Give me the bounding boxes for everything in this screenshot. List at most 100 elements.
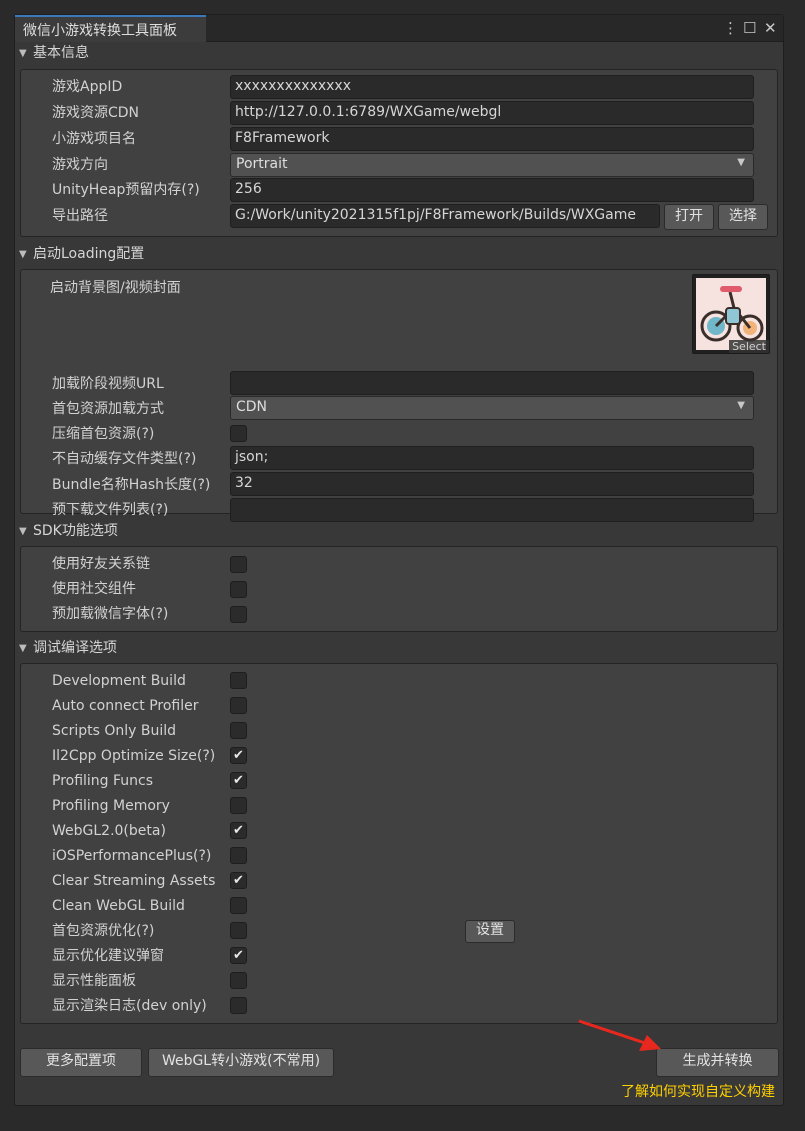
preload-font-label: 预加载微信字体(?) — [52, 606, 169, 622]
debug-option-checkbox[interactable]: ✔ — [230, 772, 247, 789]
appid-field[interactable]: xxxxxxxxxxxxxx — [230, 75, 754, 99]
project-name-field[interactable]: F8Framework — [230, 127, 754, 151]
webgl-convert-button[interactable]: WebGL转小游戏(不常用) — [148, 1048, 334, 1077]
chevron-down-icon: ▼ — [737, 400, 745, 411]
custom-build-link[interactable]: 了解如何实现自定义构建 — [621, 1081, 775, 1101]
debug-option-label: Clean WebGL Build — [52, 898, 185, 914]
social-component-label: 使用社交组件 — [52, 581, 136, 597]
bg-image-picker[interactable]: Select — [692, 274, 770, 354]
debug-option-label: 首包资源优化(?) — [52, 923, 155, 939]
debug-option-checkbox[interactable] — [230, 972, 247, 989]
section-basic-title: 基本信息 — [33, 45, 89, 61]
debug-option-label: Profiling Funcs — [52, 773, 154, 789]
debug-option-label: Development Build — [52, 673, 186, 689]
checkmark-icon: ✔ — [233, 748, 244, 763]
debug-option-checkbox[interactable] — [230, 672, 247, 689]
project-name-label: 小游戏项目名 — [52, 131, 136, 147]
preload-font-checkbox[interactable] — [230, 606, 247, 623]
load-mode-label: 首包资源加载方式 — [52, 401, 164, 417]
select-label[interactable]: Select — [729, 340, 769, 353]
section-sdk-header[interactable]: ▼ SDK功能选项 — [19, 520, 118, 540]
debug-option-checkbox[interactable]: ✔ — [230, 747, 247, 764]
checkmark-icon: ✔ — [233, 773, 244, 788]
debug-option-label: Clear Streaming Assets — [52, 873, 216, 889]
close-icon[interactable]: ✕ — [764, 18, 777, 38]
debug-option-checkbox[interactable] — [230, 897, 247, 914]
section-debug-title: 调试编译选项 — [33, 640, 117, 656]
hash-length-field[interactable]: 32 — [230, 472, 754, 496]
debug-option-label: iOSPerformancePlus(?) — [52, 848, 212, 864]
appid-label: 游戏AppID — [52, 79, 123, 95]
section-basic-panel: 游戏AppID xxxxxxxxxxxxxx 游戏资源CDN http://12… — [20, 69, 778, 237]
preload-list-field[interactable] — [230, 498, 754, 522]
debug-option-checkbox[interactable] — [230, 722, 247, 739]
collapse-triangle-icon: ▼ — [19, 249, 27, 260]
heap-field[interactable]: 256 — [230, 178, 754, 202]
hash-length-label: Bundle名称Hash长度(?) — [52, 477, 211, 493]
debug-option-label: Profiling Memory — [52, 798, 170, 814]
debug-option-label: Il2Cpp Optimize Size(?) — [52, 748, 216, 764]
settings-button[interactable]: 设置 — [465, 920, 515, 943]
chevron-down-icon: ▼ — [737, 157, 745, 168]
friend-chain-checkbox[interactable] — [230, 556, 247, 573]
debug-option-checkbox[interactable] — [230, 997, 247, 1014]
social-component-checkbox[interactable] — [230, 581, 247, 598]
load-mode-dropdown[interactable]: CDN ▼ — [230, 396, 754, 420]
tab-converter-panel[interactable]: 微信小游戏转换工具面板 — [15, 15, 206, 42]
debug-option-label: 显示渲染日志(dev only) — [52, 998, 207, 1014]
debug-option-checkbox[interactable]: ✔ — [230, 947, 247, 964]
orientation-value: Portrait — [236, 156, 288, 172]
build-convert-button[interactable]: 生成并转换 — [656, 1048, 779, 1077]
tab-bar: 微信小游戏转换工具面板 ⋮ ☐ ✕ — [15, 15, 783, 42]
debug-option-label: Auto connect Profiler — [52, 698, 199, 714]
heap-label: UnityHeap预留内存(?) — [52, 182, 200, 198]
compress-checkbox[interactable] — [230, 425, 247, 442]
export-path-label: 导出路径 — [52, 208, 108, 224]
cdn-label: 游戏资源CDN — [52, 105, 140, 121]
bg-image-label: 启动背景图/视频封面 — [50, 280, 181, 296]
debug-option-label: 显示优化建议弹窗 — [52, 948, 164, 964]
converter-window: 微信小游戏转换工具面板 ⋮ ☐ ✕ ▼ 基本信息 游戏AppID xxxxxxxx… — [14, 14, 784, 1106]
section-debug-panel: Development Build Auto connect Profiler Sc… — [20, 663, 778, 1024]
debug-option-label: Scripts Only Build — [52, 723, 177, 739]
debug-option-checkbox[interactable] — [230, 922, 247, 939]
maximize-icon[interactable]: ☐ — [743, 18, 756, 38]
debug-option-checkbox[interactable] — [230, 847, 247, 864]
collapse-triangle-icon: ▼ — [19, 48, 27, 59]
debug-option-label: WebGL2.0(beta) — [52, 823, 166, 839]
section-loading-panel: 启动背景图/视频封面 加载阶段视频URL 首包资源加载方式 CDN ▼ 压缩首包… — [20, 269, 778, 522]
debug-option-checkbox[interactable] — [230, 697, 247, 714]
friend-chain-label: 使用好友关系链 — [52, 556, 150, 572]
open-button[interactable]: 打开 — [664, 204, 714, 230]
choose-button[interactable]: 选择 — [718, 204, 768, 230]
section-loading-title: 启动Loading配置 — [33, 246, 145, 262]
orientation-label: 游戏方向 — [52, 157, 108, 173]
more-options-icon[interactable]: ⋮ — [723, 18, 738, 38]
checkmark-icon: ✔ — [233, 873, 244, 888]
debug-option-checkbox[interactable]: ✔ — [230, 872, 247, 889]
compress-label: 压缩首包资源(?) — [52, 426, 155, 442]
video-url-label: 加载阶段视频URL — [52, 376, 164, 392]
cdn-field[interactable]: http://127.0.0.1:6789/WXGame/webgl — [230, 101, 754, 125]
section-sdk-panel: 使用好友关系链 使用社交组件 预加载微信字体(?) — [20, 546, 778, 632]
export-path-field[interactable]: G:/Work/unity2021315f1pj/F8Framework/Bui… — [230, 204, 660, 228]
checkmark-icon: ✔ — [233, 948, 244, 963]
section-debug-header[interactable]: ▼ 调试编译选项 — [19, 637, 117, 657]
nocache-field[interactable]: json; — [230, 446, 754, 470]
preload-list-label: 预下载文件列表(?) — [52, 502, 169, 518]
section-basic-header[interactable]: ▼ 基本信息 — [19, 42, 89, 62]
load-mode-value: CDN — [236, 399, 268, 415]
debug-option-checkbox[interactable]: ✔ — [230, 822, 247, 839]
more-config-button[interactable]: 更多配置项 — [20, 1048, 142, 1077]
debug-option-label: 显示性能面板 — [52, 973, 136, 989]
debug-option-checkbox[interactable] — [230, 797, 247, 814]
orientation-dropdown[interactable]: Portrait ▼ — [230, 153, 754, 177]
checkmark-icon: ✔ — [233, 823, 244, 838]
section-sdk-title: SDK功能选项 — [33, 523, 118, 539]
collapse-triangle-icon: ▼ — [19, 526, 27, 537]
section-loading-header[interactable]: ▼ 启动Loading配置 — [19, 243, 144, 263]
nocache-label: 不自动缓存文件类型(?) — [52, 451, 197, 467]
collapse-triangle-icon: ▼ — [19, 643, 27, 654]
video-url-field[interactable] — [230, 371, 754, 395]
red-arrow-annotation — [578, 1019, 661, 1051]
